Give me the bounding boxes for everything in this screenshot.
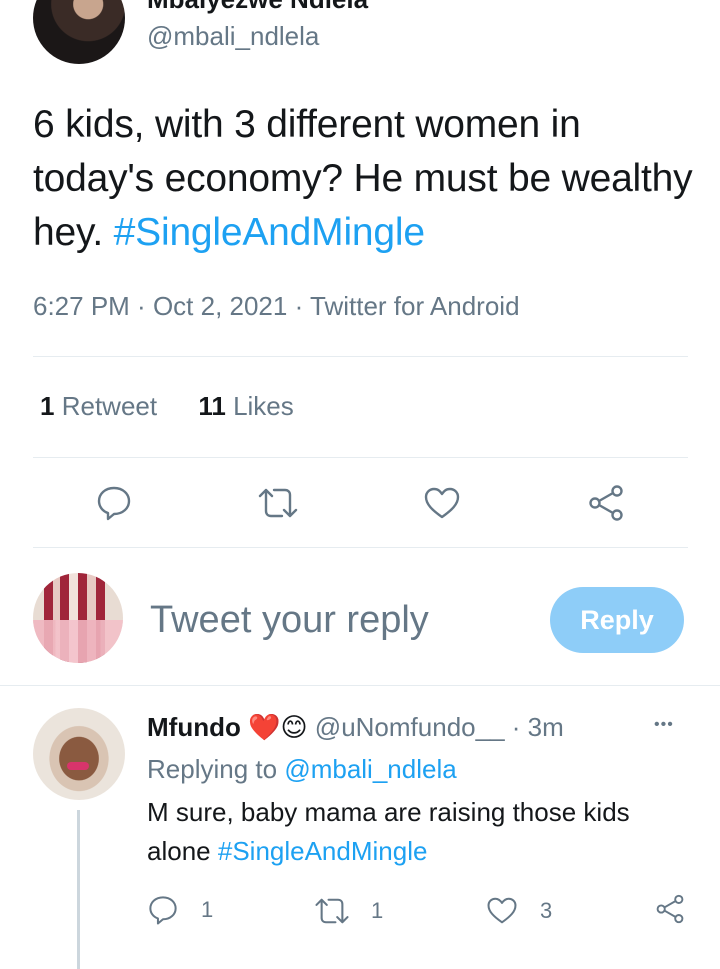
share-action[interactable]	[586, 484, 626, 522]
replying-to: Replying to @mbali_ndlela	[147, 754, 457, 784]
tweet-date: Oct 2, 2021	[152, 291, 288, 321]
author-avatar[interactable]	[33, 0, 125, 64]
speech-bubble-icon	[149, 896, 177, 925]
retweet-stat[interactable]: 1 Retweet	[40, 391, 164, 421]
replying-to-handle[interactable]: @mbali_ndlela	[284, 754, 456, 784]
user-avatar[interactable]	[33, 573, 123, 663]
reply-author-avatar[interactable]	[33, 708, 125, 800]
thread-line	[77, 810, 80, 969]
tweet-time: 6:27 PM	[33, 291, 130, 321]
reply-hashtag[interactable]: #SingleAndMingle	[218, 836, 428, 866]
heart-icon	[487, 897, 517, 924]
reply-author-name[interactable]: Mfundo	[147, 712, 241, 742]
reply-more-options-icon[interactable]: •••	[654, 716, 674, 734]
tweet-text: 6 kids, with 3 different women in today'…	[33, 98, 693, 260]
heart-emoji-icon: ❤️	[248, 712, 281, 742]
divider	[33, 356, 688, 357]
reply-retweet-action[interactable]: 1	[313, 896, 383, 926]
speech-bubble-icon	[97, 486, 131, 521]
reply-retweet-count: 1	[371, 898, 384, 923]
reply-time: 3m	[527, 712, 564, 742]
like-action[interactable]	[423, 486, 461, 520]
reply-button[interactable]: Reply	[550, 587, 684, 653]
tweet-hashtag[interactable]: #SingleAndMingle	[114, 211, 425, 254]
retweet-icon	[258, 488, 298, 518]
divider	[33, 457, 688, 458]
reply-share-action[interactable]	[654, 893, 686, 925]
smile-emoji-icon: 😊	[280, 712, 308, 742]
reply-action[interactable]	[95, 484, 133, 522]
retweet-icon	[315, 898, 349, 924]
reply-text: M sure, baby mama are raising those kids…	[147, 797, 630, 866]
tweet-stats: 1 Retweet 11 Likes	[40, 390, 294, 422]
author-name[interactable]: Mbalyezwe Ndlela	[147, 0, 368, 12]
divider	[33, 547, 688, 548]
reply-input[interactable]: Tweet your reply	[150, 598, 429, 642]
share-icon	[589, 485, 623, 521]
reply-like-count: 3	[540, 897, 553, 923]
author-handle[interactable]: @mbali_ndlela	[147, 20, 319, 52]
likes-stat[interactable]: 11 Likes	[198, 391, 293, 421]
tweet-meta: 6:27 PM · Oct 2, 2021 · Twitter for Andr…	[33, 291, 520, 321]
heart-icon	[424, 487, 460, 519]
reply-reply-count: 1	[201, 897, 214, 922]
share-icon	[656, 894, 684, 924]
divider	[0, 685, 720, 686]
retweet-action[interactable]	[256, 486, 300, 520]
more-options-icon[interactable]: •••	[652, 0, 672, 4]
reply-header: Mfundo ❤️😊 @uNomfundo__ · 3m	[147, 712, 564, 742]
tweet-source[interactable]: Twitter for Android	[310, 291, 520, 321]
reply-author-handle[interactable]: @uNomfundo__	[315, 712, 505, 742]
reply-reply-action[interactable]: 1	[147, 894, 213, 926]
reply-like-action[interactable]: 3	[486, 896, 552, 925]
